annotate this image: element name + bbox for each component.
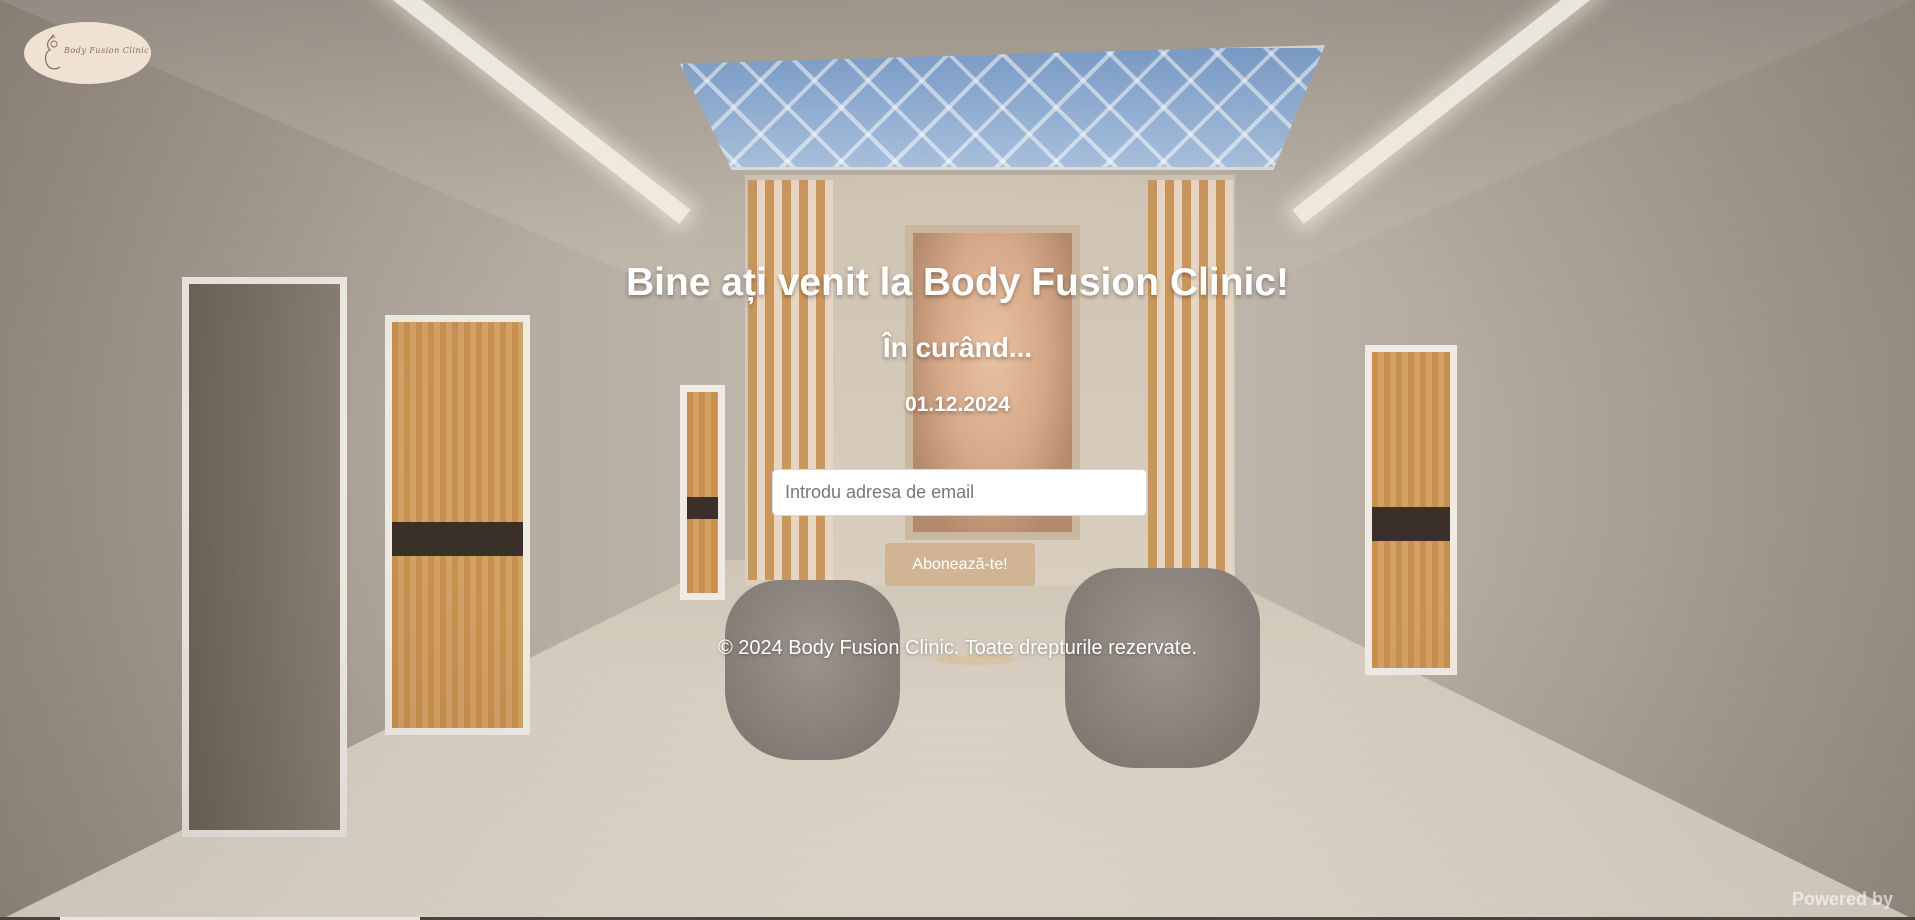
powered-by-badge[interactable]: Powered by <box>1792 889 1893 910</box>
launch-date: 01.12.2024 <box>904 393 1011 416</box>
page-title: Bine ați venit la Body Fusion Clinic! <box>625 261 1290 304</box>
copyright-text: © 2024 Body Fusion Clinic. Toate dreptur… <box>717 637 1198 659</box>
coming-soon-subtitle: În curând... <box>882 332 1033 363</box>
coming-soon-section: Bine ați venit la Body Fusion Clinic! În… <box>0 0 1915 920</box>
subscribe-button[interactable]: Abonează-te! <box>885 543 1035 586</box>
email-input[interactable] <box>772 469 1147 516</box>
